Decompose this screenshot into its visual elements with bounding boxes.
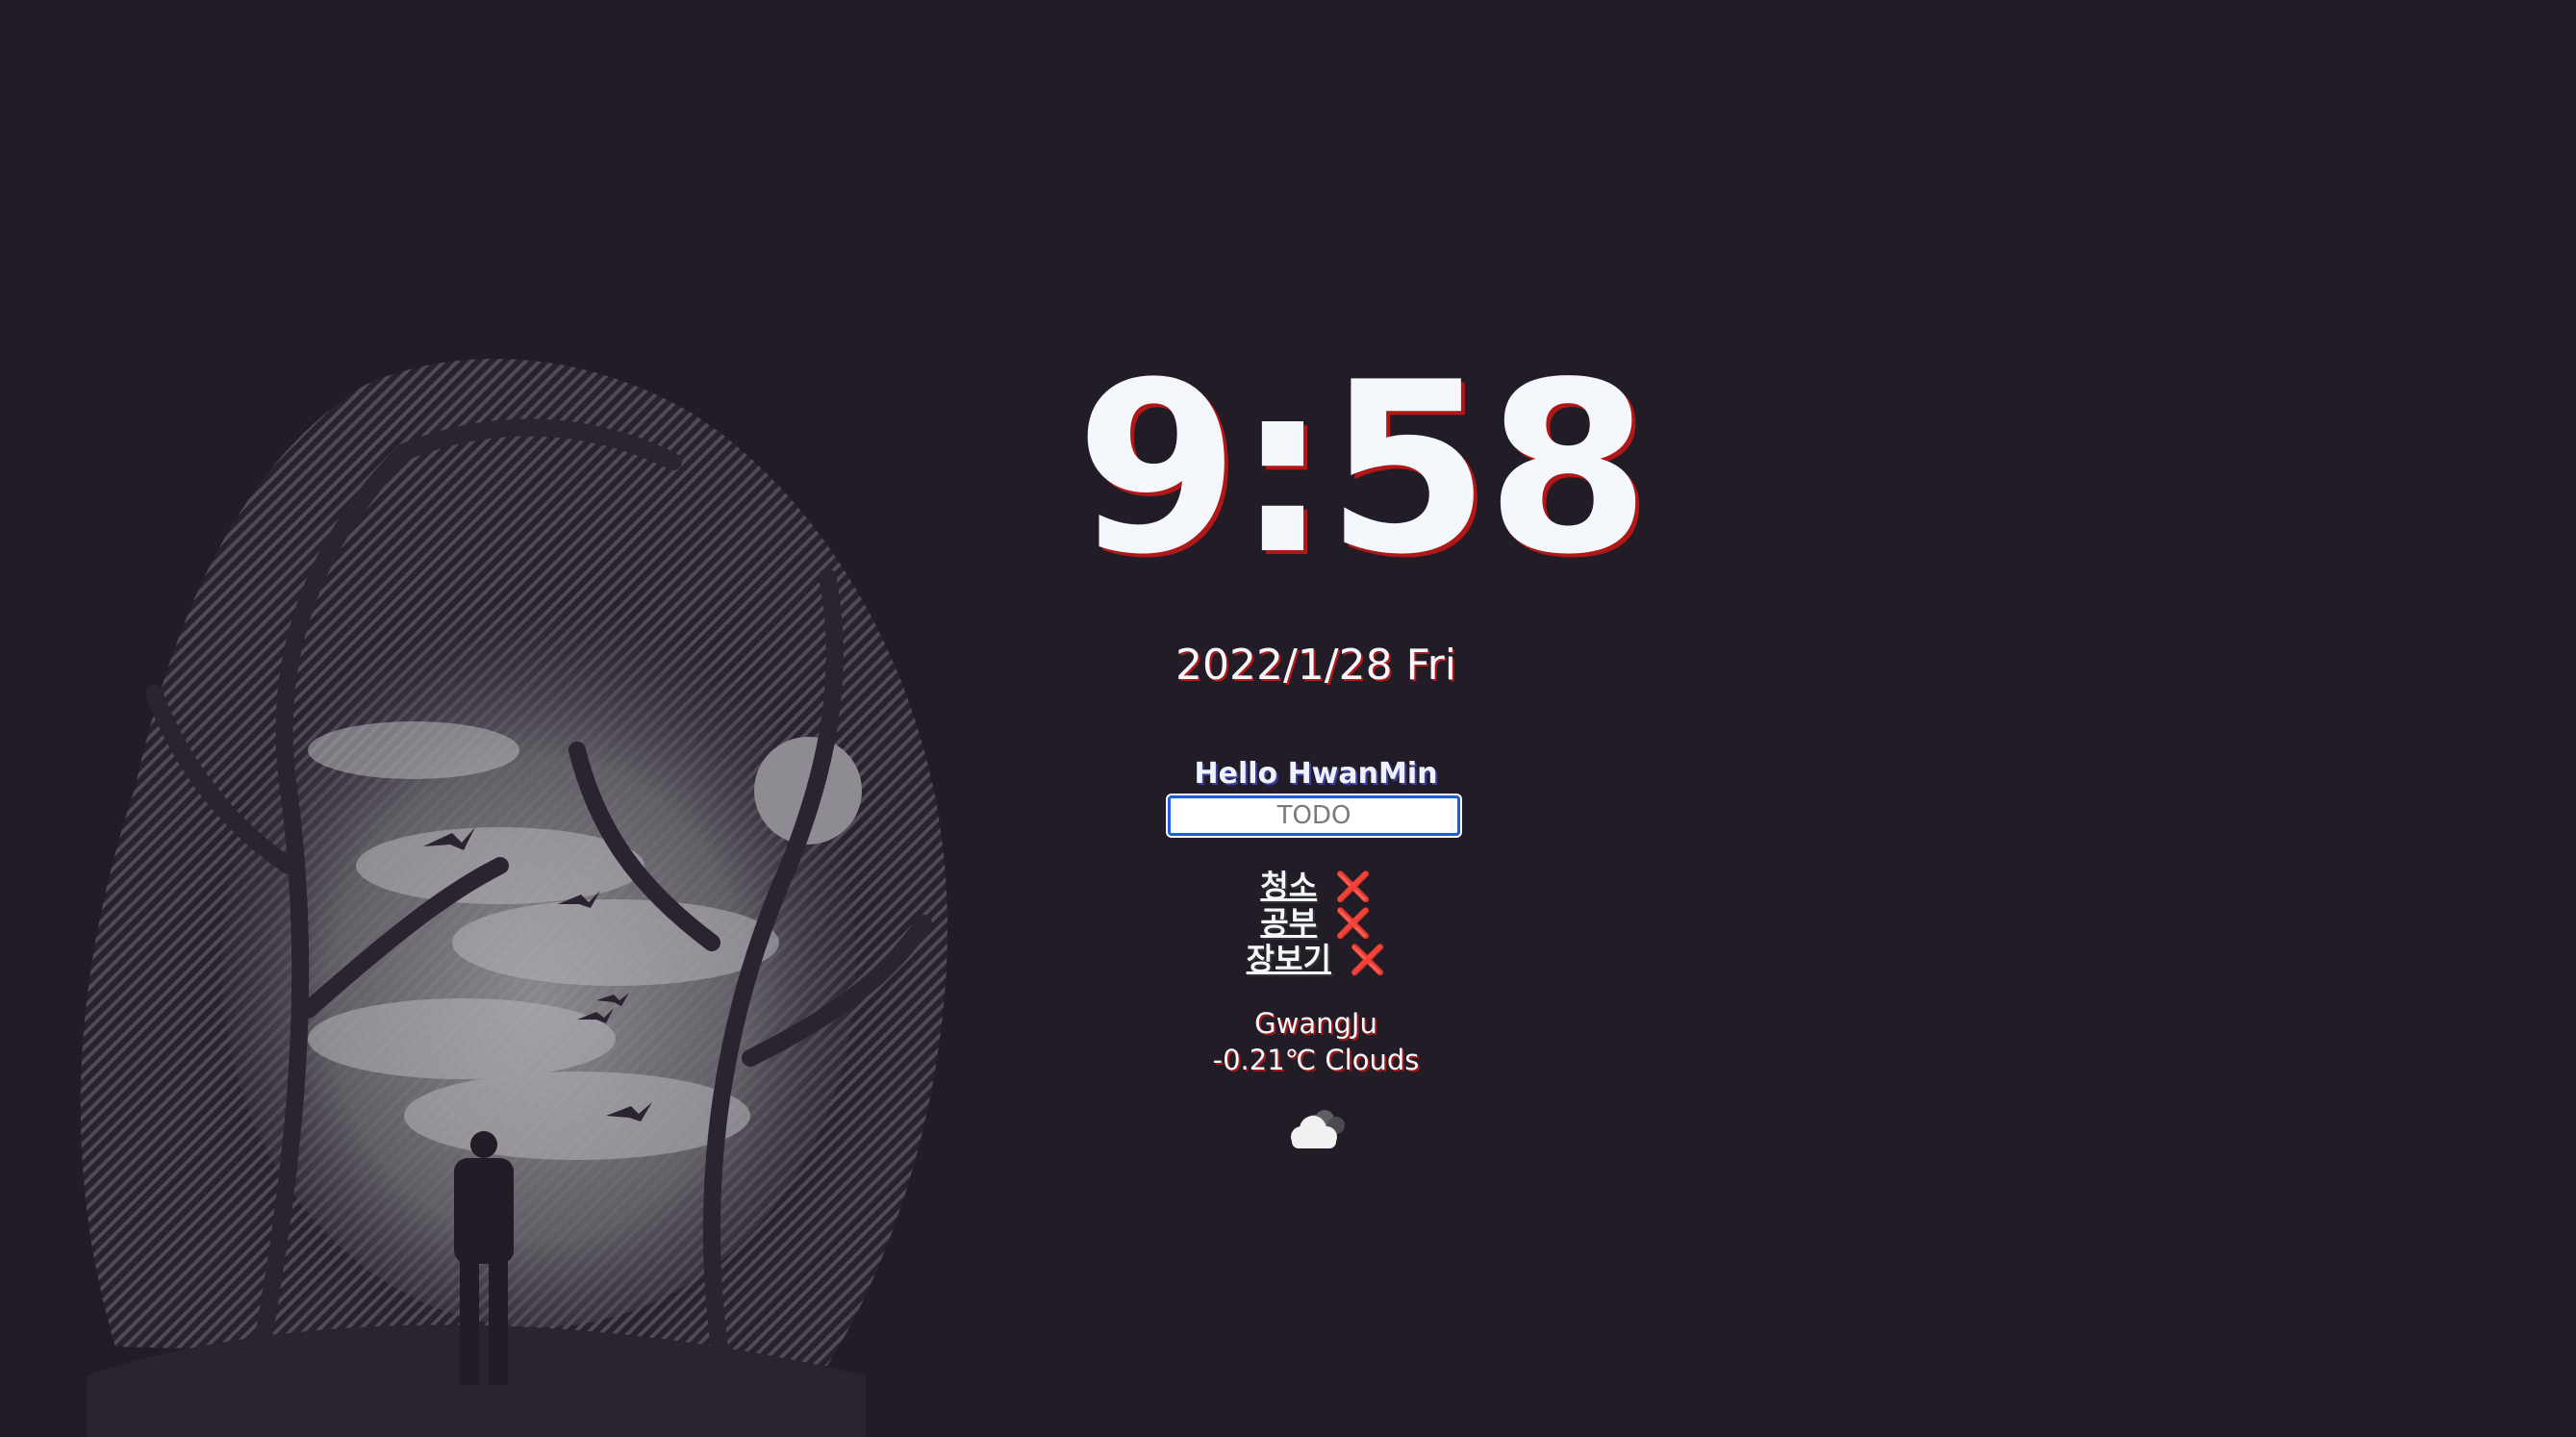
todo-text: 청소 — [1260, 868, 1318, 904]
todo-item: 공부 ❌ — [1075, 904, 1556, 941]
weather-summary: -0.21℃ Clouds — [1212, 1044, 1420, 1076]
todo-text: 공부 — [1260, 904, 1318, 941]
cloud-icon — [1291, 1110, 1345, 1148]
date-display: 2022/1/28 Fri — [1174, 641, 1456, 690]
main-panel: 9:58 2022/1/28 Fri Hello HwanMin 청소 ❌ 공부… — [1075, 0, 1650, 1437]
delete-todo-button[interactable]: ❌ — [1335, 870, 1371, 906]
todo-list: 청소 ❌ 공부 ❌ 장보기 ❌ — [1075, 868, 1556, 977]
todo-item: 청소 ❌ — [1075, 868, 1556, 904]
delete-todo-button[interactable]: ❌ — [1350, 943, 1385, 979]
greeting: Hello HwanMin — [1194, 757, 1438, 791]
todo-text: 장보기 — [1246, 941, 1331, 977]
delete-todo-button[interactable]: ❌ — [1335, 906, 1371, 943]
todo-item: 장보기 ❌ — [1075, 941, 1556, 977]
clock: 9:58 — [1075, 332, 1650, 606]
weather-city: GwangJu — [1254, 1007, 1377, 1040]
todo-input[interactable] — [1166, 794, 1462, 838]
